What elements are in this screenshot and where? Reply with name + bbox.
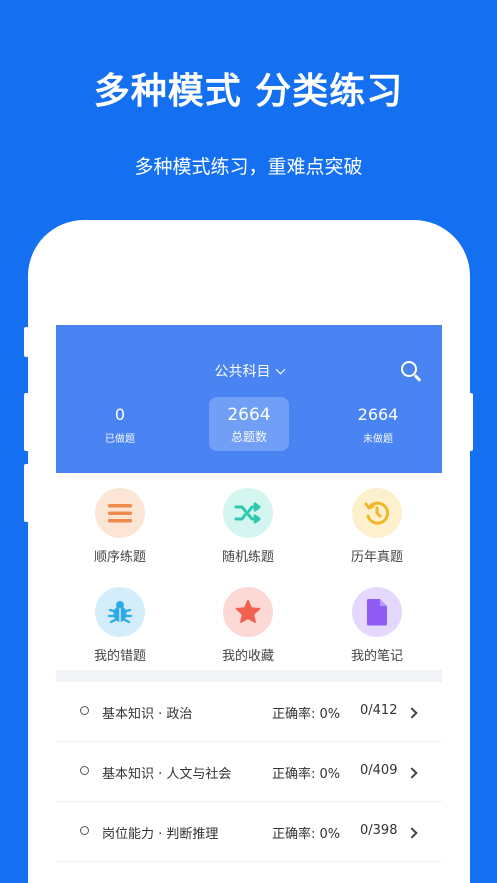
category-count: 0/412	[360, 703, 398, 718]
stat-undone: 2664 未做题	[338, 405, 418, 445]
category-accuracy: 正确率: 0%	[272, 707, 341, 722]
random-practice-label: 随机练题	[221, 550, 274, 565]
category-title: 基本知识 · 政治	[102, 707, 193, 722]
my-notes-label: 我的笔记	[350, 649, 403, 664]
bullet-icon	[80, 826, 89, 835]
category-title: 基本知识 · 人文与社会	[102, 767, 232, 782]
my-mistakes-button[interactable]: 我的错题	[70, 587, 170, 664]
star-icon	[223, 587, 273, 637]
search-icon[interactable]	[401, 361, 417, 377]
history-icon	[352, 488, 402, 538]
sequential-practice-button[interactable]: 顺序练题	[70, 488, 170, 565]
category-count: 0/398	[360, 823, 398, 838]
bug-icon	[95, 587, 145, 637]
section-divider	[56, 670, 442, 682]
category-accuracy: 正确率: 0%	[272, 767, 341, 782]
subject-selector[interactable]: 公共科目	[56, 361, 442, 381]
chevron-right-icon	[406, 707, 418, 719]
list-item[interactable]: 岗位能力 · 判断推理 正确率: 0% 0/398	[56, 802, 442, 862]
subject-label: 公共科目	[214, 364, 271, 380]
chevron-down-icon	[275, 364, 285, 375]
stat-done: 0 已做题	[80, 405, 160, 445]
category-count: 0/409	[360, 763, 398, 778]
list-item[interactable]: 基本知识 · 政治 正确率: 0% 0/412	[56, 682, 442, 742]
my-notes-button[interactable]: 我的笔记	[327, 587, 427, 664]
stat-total-value: 2664	[227, 405, 271, 425]
stat-undone-label: 未做题	[363, 434, 393, 445]
past-exams-button[interactable]: 历年真题	[327, 488, 427, 565]
category-title: 岗位能力 · 判断推理	[102, 827, 219, 842]
stat-done-label: 已做题	[105, 434, 135, 445]
bullet-icon	[80, 706, 89, 715]
list-icon	[95, 488, 145, 538]
my-favorites-button[interactable]: 我的收藏	[198, 587, 298, 664]
app-header: 公共科目 0 已做题 2664 总题数 2664 未做题	[56, 325, 442, 473]
stat-undone-value: 2664	[357, 405, 399, 424]
chevron-right-icon	[406, 767, 418, 779]
promo-subline: 多种模式练习，重难点突破	[134, 156, 363, 178]
list-item[interactable]: 基本知识 · 人文与社会 正确率: 0% 0/409	[56, 742, 442, 802]
my-favorites-label: 我的收藏	[221, 649, 274, 664]
note-icon	[352, 587, 402, 637]
shuffle-icon	[223, 488, 273, 538]
past-exams-label: 历年真题	[350, 550, 403, 565]
random-practice-button[interactable]: 随机练题	[198, 488, 298, 565]
stat-done-value: 0	[114, 405, 126, 424]
category-accuracy: 正确率: 0%	[272, 827, 341, 842]
stat-total[interactable]: 2664 总题数	[209, 397, 289, 451]
my-mistakes-label: 我的错题	[93, 649, 146, 664]
chevron-right-icon	[406, 827, 418, 839]
sequential-practice-label: 顺序练题	[93, 550, 146, 565]
bullet-icon	[80, 766, 89, 775]
promo-headline: 多种模式 分类练习	[93, 71, 404, 112]
stat-total-label: 总题数	[230, 430, 267, 444]
